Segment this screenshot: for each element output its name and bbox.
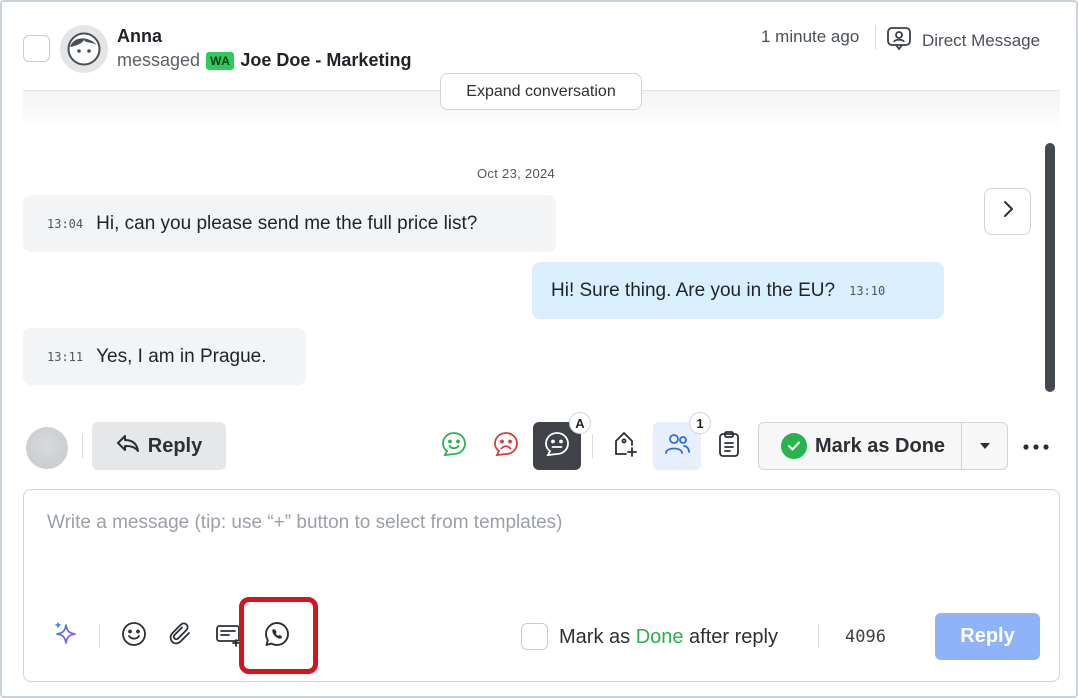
next-message-button[interactable] [984,188,1031,235]
message-text: Yes, I am in Prague. [96,345,267,367]
positive-sentiment-button[interactable] [430,422,478,470]
negative-sentiment-button[interactable] [482,422,530,470]
date-separator: Oct 23, 2024 [477,166,556,181]
message-card: Anna messaged WA Joe Doe - Marketing 1 m… [0,0,1078,698]
mark-as-done-split-button: Mark as Done [758,422,1008,470]
mark-as-done-button[interactable]: Mark as Done [759,423,961,469]
attach-file-button[interactable] [163,618,199,654]
assignee-avatar[interactable] [26,427,68,469]
reply-label: Reply [147,434,203,457]
done-after-reply-suffix: after reply [683,626,778,648]
message-bubble: 13:04 Hi, can you please send me the ful… [23,195,556,252]
toolbar-divider [82,434,83,458]
assignees-button[interactable]: 1 [653,412,711,470]
author-name[interactable]: Anna [117,26,162,47]
direct-message-icon [886,25,912,56]
more-options-button[interactable] [1018,430,1054,462]
emoji-icon [120,620,148,653]
reply-button[interactable]: Reply [92,422,226,470]
done-after-reply-status: Done [635,626,684,648]
message-type: Direct Message [886,25,1040,56]
neutral-sentiment-button[interactable]: A [533,412,591,470]
character-counter: 4096 [845,627,886,647]
ai-assist-button[interactable] [48,618,84,654]
ai-sparkle-icon [52,620,80,653]
mark-as-done-label: Mark as Done [815,434,946,457]
message-text: Hi! Sure thing. Are you in the EU? [551,279,836,301]
send-reply-button[interactable]: Reply [935,613,1040,660]
attachment-icon [167,620,195,653]
header-divider [875,25,876,49]
action-text: messaged [117,50,201,70]
checkmark-icon [781,433,807,459]
add-label-button[interactable] [601,422,649,470]
message-time: 13:04 [47,216,84,231]
scrollbar-thumb[interactable] [1045,143,1055,392]
positive-sentiment-icon [440,430,468,463]
assignees-icon [663,430,691,463]
user-avatar-icon[interactable] [60,25,108,73]
more-icon [1023,437,1049,455]
done-after-reply-label[interactable]: Mark as Done after reply [559,626,778,649]
message-bubble: 13:11 Yes, I am in Prague. [23,328,306,385]
toolbar-divider [592,434,593,458]
done-after-reply-checkbox[interactable] [521,623,548,650]
neutral-sentiment-icon [543,430,571,463]
message-time: 13:11 [47,349,84,364]
time-ago: 1 minute ago [761,27,860,46]
expand-conversation-button[interactable]: Expand conversation [440,73,642,110]
done-after-reply-prefix: Mark as [559,626,636,648]
negative-sentiment-icon [492,430,520,463]
message-time: 13:10 [849,283,886,298]
composer-divider [99,624,100,648]
message-input[interactable]: Write a message (tip: use “+” button to … [47,512,563,534]
channel-name[interactable]: Joe Doe - Marketing [240,50,411,71]
auto-sentiment-badge: A [569,412,591,434]
chevron-down-icon [979,437,991,455]
highlight-marker [239,597,318,674]
select-checkbox[interactable] [23,35,50,62]
reply-arrow-icon [116,433,140,459]
message-bubble: Hi! Sure thing. Are you in the EU? 13:10 [532,262,944,319]
mark-as-done-dropdown[interactable] [961,423,1007,469]
message-subline: messaged WA Joe Doe - Marketing [117,50,411,71]
message-text: Hi, can you please send me the full pric… [96,212,478,234]
type-label: Direct Message [922,30,1041,50]
whatsapp-badge: WA [206,51,235,70]
notes-button[interactable] [705,422,753,470]
chevron-right-icon [1001,199,1015,224]
composer-divider [818,624,819,648]
clipboard-icon [716,430,742,463]
emoji-button[interactable] [116,618,152,654]
add-label-icon [611,430,639,463]
template-icon [214,620,242,653]
